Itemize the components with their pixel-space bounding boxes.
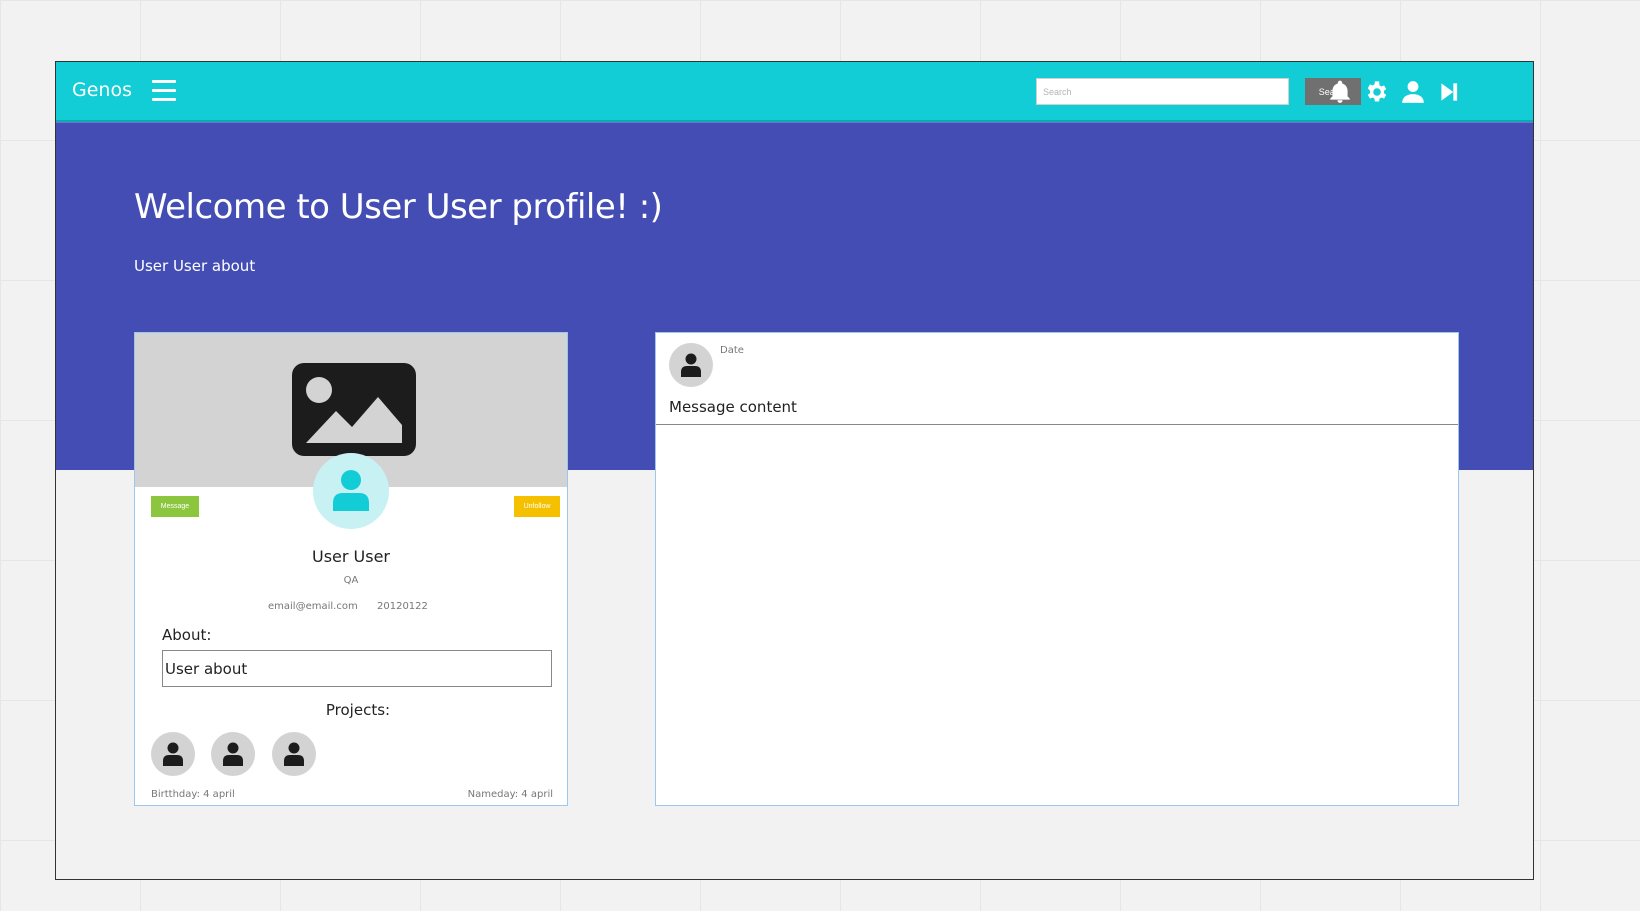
message-content: Message content bbox=[669, 398, 797, 416]
message-avatar[interactable] bbox=[669, 343, 713, 387]
hamburger-menu-icon[interactable] bbox=[152, 80, 176, 102]
user-email: email@email.com bbox=[268, 601, 358, 612]
message-panel: Date Message content bbox=[655, 332, 1459, 806]
user-name: User User bbox=[311, 547, 391, 566]
user-icon bbox=[284, 742, 304, 766]
message-button[interactable]: Message bbox=[151, 496, 199, 517]
project-avatar[interactable] bbox=[211, 732, 255, 776]
about-label: About: bbox=[162, 626, 212, 644]
project-avatar[interactable] bbox=[272, 732, 316, 776]
user-icon bbox=[223, 742, 243, 766]
user-role: QA bbox=[343, 575, 359, 586]
user-icon[interactable] bbox=[1400, 79, 1426, 105]
bell-icon[interactable] bbox=[1327, 79, 1353, 105]
top-navbar: Genos Search bbox=[56, 62, 1533, 122]
projects-label: Projects: bbox=[325, 701, 391, 719]
birthday-text: Birtthday: 4 april bbox=[151, 789, 235, 800]
brand-logo[interactable]: Genos bbox=[72, 79, 132, 101]
project-avatar[interactable] bbox=[151, 732, 195, 776]
about-field[interactable] bbox=[162, 650, 552, 687]
image-placeholder-icon bbox=[292, 363, 416, 456]
gear-icon[interactable] bbox=[1364, 79, 1390, 105]
unfollow-button[interactable]: Unfollow bbox=[514, 496, 560, 517]
nameday-text: Nameday: 4 april bbox=[467, 789, 553, 800]
profile-card: Message Unfollow User User QA email@emai… bbox=[134, 332, 568, 806]
page-title: Welcome to User User profile! :) bbox=[134, 187, 663, 227]
skip-forward-icon[interactable] bbox=[1436, 79, 1462, 105]
app-window: Genos Search Welcome to User User profil… bbox=[55, 61, 1534, 880]
user-icon bbox=[333, 470, 369, 511]
profile-avatar[interactable] bbox=[313, 453, 389, 529]
user-icon bbox=[163, 742, 183, 766]
user-icon bbox=[681, 353, 701, 377]
search-input[interactable] bbox=[1036, 78, 1289, 105]
user-id: 20120122 bbox=[377, 601, 428, 612]
divider bbox=[656, 424, 1458, 425]
page-subtitle: User User about bbox=[134, 257, 256, 275]
message-date: Date bbox=[720, 345, 744, 356]
